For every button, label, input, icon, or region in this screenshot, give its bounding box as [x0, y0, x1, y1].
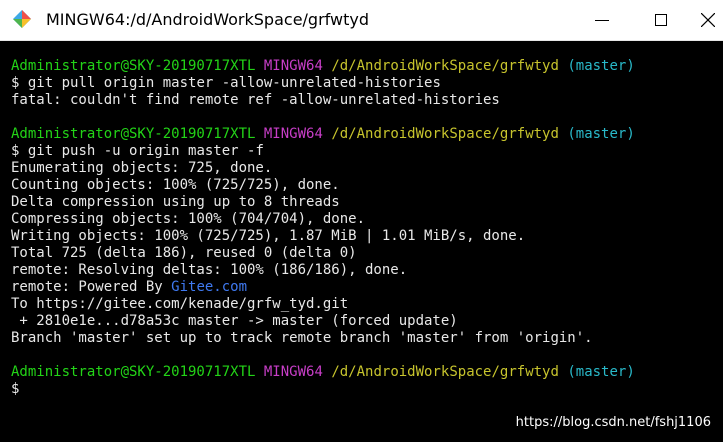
output-line: Branch 'master' set up to track remote b…	[11, 330, 593, 346]
prompt-shell: MINGW64	[263, 126, 323, 142]
command-text: git push -u origin master -f	[27, 143, 264, 159]
window-title: MINGW64:/d/AndroidWorkSpace/grfwtyd	[46, 10, 369, 29]
output-line-powered: remote: Powered By Gitee.com	[11, 279, 723, 296]
minimize-button[interactable]	[577, 0, 631, 40]
terminal-window: MINGW64:/d/AndroidWorkSpace/grfwtyd Admi…	[0, 0, 723, 442]
output-line: To https://gitee.com/kenade/grfw_tyd.git	[11, 296, 349, 312]
command-text: git pull origin master -allow-unrelated-…	[27, 75, 441, 91]
maximize-icon	[655, 14, 667, 26]
powered-by-text: remote: Powered By	[11, 279, 172, 295]
prompt-shell: MINGW64	[263, 58, 323, 74]
close-icon	[701, 13, 715, 27]
prompt-shell: MINGW64	[263, 364, 323, 380]
prompt-path: /d/AndroidWorkSpace/grfwtyd	[331, 58, 559, 74]
prompt-line-2: Administrator@SKY-20190717XTL MINGW64 /d…	[11, 126, 723, 143]
command-line-1: $ git pull origin master -allow-unrelate…	[11, 75, 723, 92]
prompt-symbol: $	[11, 143, 20, 159]
prompt-branch: (master)	[567, 126, 635, 142]
command-line-3[interactable]: $	[11, 381, 723, 398]
prompt-user-host: Administrator@SKY-20190717XTL	[11, 126, 256, 142]
maximize-button[interactable]	[636, 0, 690, 40]
minimize-icon	[595, 20, 609, 21]
prompt-symbol: $	[11, 381, 20, 397]
prompt-line-3: Administrator@SKY-20190717XTL MINGW64 /d…	[11, 364, 723, 381]
output-line: Writing objects: 100% (725/725), 1.87 Mi…	[11, 228, 526, 244]
output-line: remote: Resolving deltas: 100% (186/186)…	[11, 262, 408, 278]
prompt-user-host: Administrator@SKY-20190717XTL	[11, 58, 256, 74]
output-line: Counting objects: 100% (725/725), done.	[11, 177, 340, 193]
close-button[interactable]	[693, 0, 723, 40]
output-line: Total 725 (delta 186), reused 0 (delta 0…	[11, 245, 357, 261]
prompt-user-host: Administrator@SKY-20190717XTL	[11, 364, 256, 380]
prompt-path: /d/AndroidWorkSpace/grfwtyd	[331, 126, 559, 142]
prompt-branch: (master)	[567, 364, 635, 380]
terminal-output[interactable]: Administrator@SKY-20190717XTL MINGW64 /d…	[0, 41, 723, 442]
title-bar[interactable]: MINGW64:/d/AndroidWorkSpace/grfwtyd	[0, 0, 723, 41]
output-line: Compressing objects: 100% (704/704), don…	[11, 211, 366, 227]
output-line: fatal: couldn't find remote ref -allow-u…	[11, 92, 500, 108]
output-line: Delta compression using up to 8 threads	[11, 194, 340, 210]
git-bash-icon	[13, 10, 31, 28]
prompt-symbol: $	[11, 75, 20, 91]
watermark: https://blog.csdn.net/fshj1106	[515, 415, 711, 430]
prompt-line-1: Administrator@SKY-20190717XTL MINGW64 /d…	[11, 58, 723, 75]
prompt-branch: (master)	[567, 58, 635, 74]
command-line-2: $ git push -u origin master -f	[11, 143, 723, 160]
prompt-path: /d/AndroidWorkSpace/grfwtyd	[331, 364, 559, 380]
terminal-text: Administrator@SKY-20190717XTL MINGW64 /d…	[0, 41, 723, 398]
output-line: Enumerating objects: 725, done.	[11, 160, 273, 176]
gitee-link[interactable]: Gitee.com	[171, 279, 247, 295]
output-line: + 2810e1e...d78a53c master -> master (fo…	[11, 313, 458, 329]
